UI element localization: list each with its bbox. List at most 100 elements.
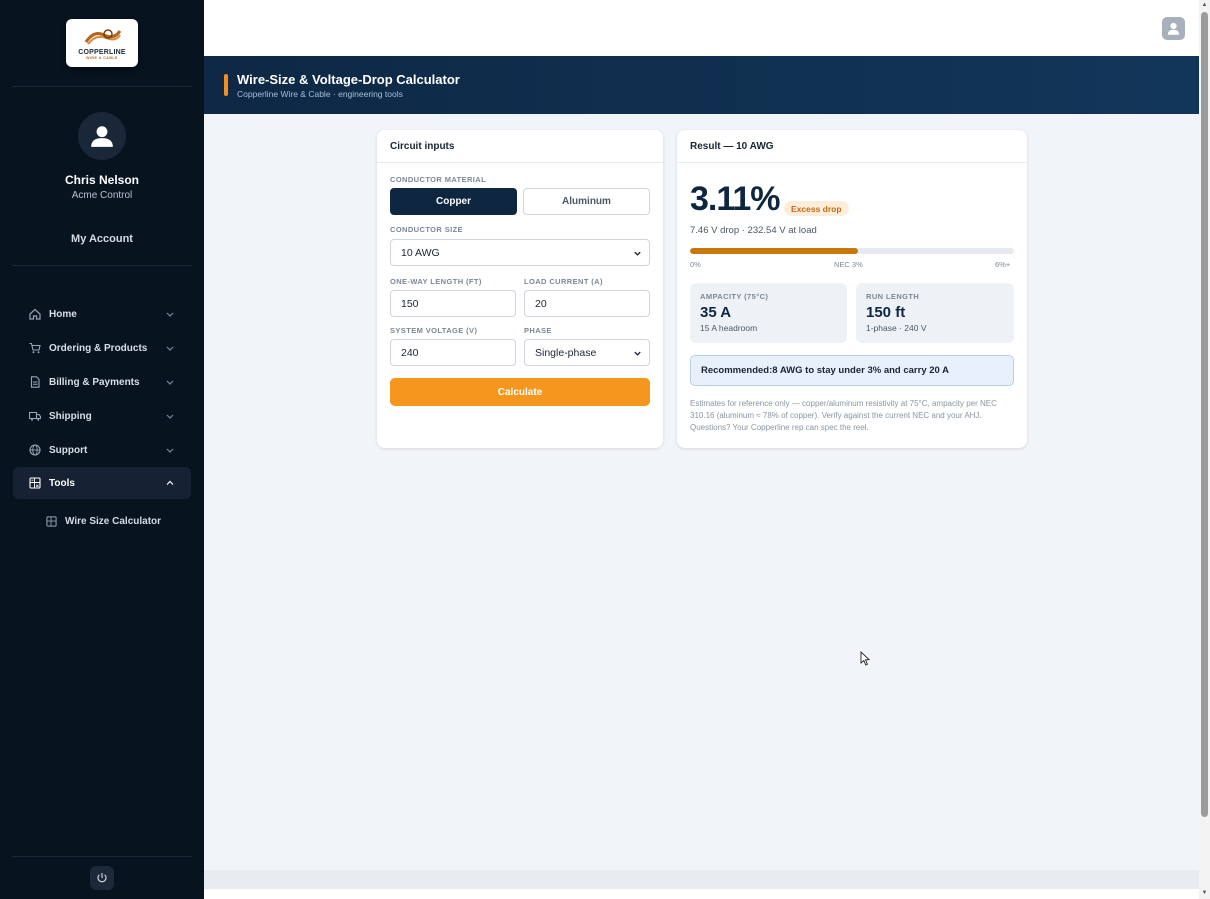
voltage-label: SYSTEM VOLTAGE (V): [390, 326, 478, 335]
input-value: 20: [535, 297, 547, 310]
chevron-down-icon: [634, 251, 641, 256]
reco-suffix: to stay under 3% and carry 20 A: [802, 365, 949, 376]
stat-value: 150 ft: [866, 304, 906, 321]
bar-tick-max: 6%+: [995, 260, 1011, 269]
user-icon: [1167, 22, 1180, 35]
scroll-down-icon[interactable]: ▼: [1200, 889, 1209, 898]
sidebar: COPPERLINE WIRE & CABLE Chris Nelson Acm…: [0, 0, 204, 899]
result-card: Result — 10 AWG 3.11% Excess drop 7.46 V…: [677, 130, 1027, 448]
reco-size: 8 AWG: [772, 365, 803, 376]
bar-tick-min: 0%: [690, 260, 701, 269]
conductor-size-select[interactable]: 10 AWG: [390, 239, 650, 266]
user-icon: [91, 126, 113, 147]
chevron-up-icon: [166, 480, 174, 485]
chevron-down-icon: [166, 346, 174, 351]
header-accent: [224, 74, 228, 96]
nav-item-shipping[interactable]: Shipping: [13, 400, 191, 432]
drop-detail: 7.46 V drop · 232.54 V at load: [690, 225, 817, 236]
material-aluminum-button[interactable]: Aluminum: [523, 188, 650, 215]
nav-item-label: Billing & Payments: [49, 376, 140, 388]
document-icon: [29, 376, 41, 388]
stat-sub: 15 A headroom: [700, 323, 758, 333]
nav-item-label: Ordering & Products: [49, 342, 148, 354]
chevron-down-icon: [166, 380, 174, 385]
nav-item-tools[interactable]: Tools: [13, 467, 191, 499]
user-name: Chris Nelson: [64, 173, 139, 187]
card-title: Result — 10 AWG: [677, 130, 1027, 163]
recommendation-banner: Recommended: 8 AWG to stay under 3% and …: [690, 355, 1014, 386]
page-subtitle: Copperline Wire & Cable · engineering to…: [237, 89, 403, 99]
sub-item-label: Wire Size Calculator: [65, 515, 162, 527]
phase-select[interactable]: Single-phase: [524, 339, 650, 366]
ampacity-stat: AMPACITY (75°C) 35 A 15 A headroom: [690, 283, 847, 343]
chevron-down-icon: [166, 312, 174, 317]
nav-item-support[interactable]: Support: [13, 434, 191, 466]
phase-label: PHASE: [524, 326, 552, 335]
calculator-icon: [46, 515, 57, 527]
calculator-icon: [29, 477, 41, 489]
nav-item-label: Home: [49, 308, 77, 320]
user-avatar: [78, 112, 126, 160]
length-input[interactable]: 150: [390, 290, 516, 317]
run-length-stat: RUN LENGTH 150 ft 1-phase · 240 V: [856, 283, 1014, 343]
current-input[interactable]: 20: [524, 290, 650, 317]
top-bar: [204, 0, 1199, 56]
scroll-up-icon[interactable]: ▲: [1200, 1, 1209, 10]
nav-item-ordering[interactable]: Ordering & Products: [13, 332, 191, 364]
truck-icon: [29, 410, 41, 422]
stat-sub: 1-phase · 240 V: [866, 323, 927, 333]
select-value: 10 AWG: [401, 246, 440, 259]
drop-progress-fill: [690, 248, 858, 254]
page-footer: [204, 870, 1199, 899]
drop-progress-bar: [690, 248, 1014, 254]
input-value: 240: [401, 346, 419, 359]
voltage-drop-percent: 3.11%: [690, 180, 781, 218]
length-label: ONE-WAY LENGTH (FT): [390, 277, 482, 286]
user-org: Acme Control: [71, 190, 133, 201]
bar-tick-nec: NEC 3%: [834, 260, 863, 269]
globe-icon: [29, 444, 41, 456]
calculate-button[interactable]: Calculate: [390, 378, 650, 406]
sub-item-wire-size-calculator[interactable]: Wire Size Calculator: [46, 512, 161, 530]
nav-item-billing[interactable]: Billing & Payments: [13, 366, 191, 398]
divider: [12, 86, 192, 87]
disclaimer-note: Estimates for reference only — copper/al…: [690, 399, 997, 432]
logo-text: COPPERLINE: [78, 49, 126, 56]
select-value: Single-phase: [535, 346, 597, 359]
stat-label: AMPACITY (75°C): [700, 292, 769, 301]
page-title: Wire-Size & Voltage-Drop Calculator: [237, 72, 460, 87]
mouse-cursor-icon: [860, 651, 870, 666]
logout-button[interactable]: [90, 866, 114, 890]
nav-item-label: Shipping: [49, 410, 92, 422]
copperline-logo-icon: [84, 29, 122, 45]
home-icon: [29, 308, 41, 320]
profile-button[interactable]: [1162, 17, 1185, 40]
voltage-input[interactable]: 240: [390, 339, 516, 366]
stat-label: RUN LENGTH: [866, 292, 920, 301]
divider: [12, 856, 192, 857]
reco-prefix: Recommended:: [701, 365, 773, 376]
divider: [12, 265, 192, 266]
current-label: LOAD CURRENT (A): [524, 277, 603, 286]
material-label: CONDUCTOR MATERIAL: [390, 175, 487, 184]
size-label: CONDUCTOR SIZE: [390, 225, 463, 234]
nav-item-home[interactable]: Home: [13, 298, 191, 330]
chevron-down-icon: [634, 351, 641, 356]
scrollbar-thumb[interactable]: [1201, 12, 1208, 817]
page-header: Wire-Size & Voltage-Drop Calculator Copp…: [204, 56, 1199, 114]
input-value: 150: [401, 297, 419, 310]
stat-value: 35 A: [700, 304, 732, 321]
chevron-down-icon: [166, 414, 174, 419]
my-account-link[interactable]: My Account: [0, 233, 204, 245]
nav-item-label: Support: [49, 444, 88, 456]
chevron-down-icon: [166, 448, 174, 453]
logo-subtext: WIRE & CABLE: [86, 56, 118, 60]
card-title: Circuit inputs: [377, 130, 663, 163]
cart-icon: [29, 342, 41, 354]
nav-item-label: Tools: [49, 477, 75, 489]
status-badge: Excess drop: [784, 201, 849, 216]
material-copper-button[interactable]: Copper: [390, 188, 517, 215]
brand-logo[interactable]: COPPERLINE WIRE & CABLE: [66, 19, 138, 67]
circuit-inputs-card: Circuit inputs CONDUCTOR MATERIAL Copper…: [377, 130, 663, 448]
power-icon: [97, 873, 107, 883]
